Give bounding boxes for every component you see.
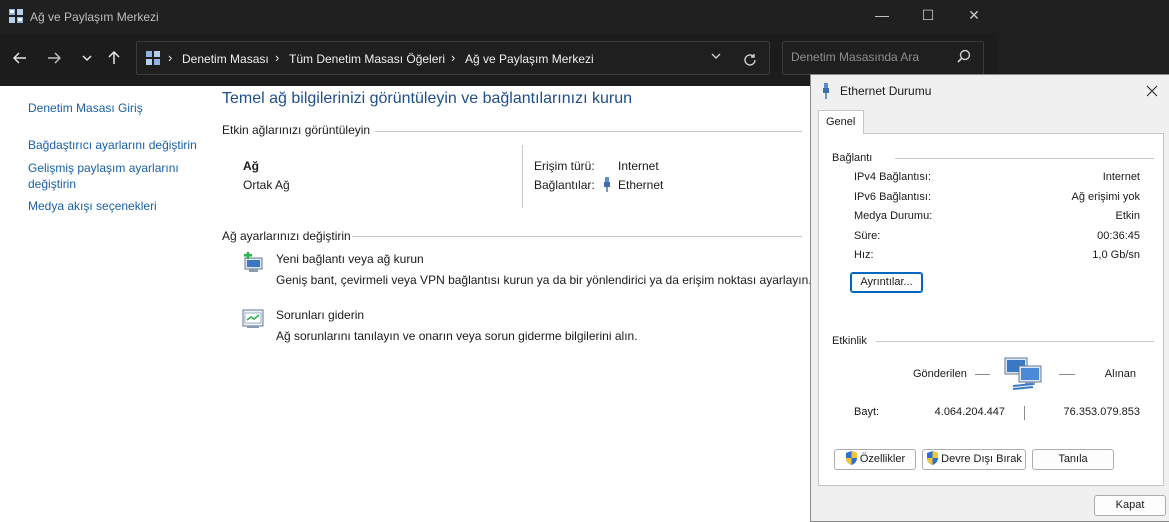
minimize-button[interactable]: — [859, 0, 905, 33]
received-line [1059, 374, 1075, 375]
media-state-label: Medya Durumu: [854, 210, 933, 222]
sidebar-item-control-panel-home[interactable]: Denetim Masası Giriş [28, 100, 143, 116]
speed-label: Hız: [854, 249, 874, 261]
sent-label: Gönderilen [913, 368, 967, 380]
refresh-button[interactable] [743, 47, 757, 72]
troubleshoot-description: Ağ sorunlarını tanılayın ve onarın veya … [276, 329, 638, 343]
recent-locations-button[interactable] [73, 44, 101, 72]
access-type-value: Internet [618, 159, 659, 173]
divider [876, 341, 1154, 342]
dialog-title: Ethernet Durumu [840, 84, 932, 98]
connections-label: Bağlantılar: [534, 178, 595, 192]
chevron-down-icon [711, 53, 721, 59]
sidebar-item-adapter-settings[interactable]: Bağdaştırıcı ayarlarını değiştirin [28, 137, 197, 153]
vertical-divider [522, 145, 523, 208]
disable-button-label: Devre Dışı Bırak [941, 453, 1022, 465]
network-type: Ortak Ağ [243, 178, 290, 192]
arrow-right-icon [48, 52, 62, 64]
general-tab-panel: Bağlantı IPv4 Bağlantısı: Internet IPv6 … [818, 133, 1164, 486]
ethernet-link[interactable]: Ethernet [618, 178, 663, 192]
activity-group-label: Etkinlik [832, 335, 867, 347]
disable-button[interactable]: Devre Dışı Bırak [922, 449, 1026, 470]
access-type-label: Erişim türü: [534, 159, 595, 173]
refresh-icon [744, 54, 756, 66]
window-title: Ağ ve Paylaşım Merkezi [30, 10, 159, 24]
ethernet-icon [823, 83, 829, 99]
address-history-dropdown[interactable] [711, 50, 721, 64]
dialog-close-button[interactable] [1146, 79, 1158, 102]
divider [375, 131, 802, 132]
control-panel-icon [146, 51, 160, 65]
ipv6-value: Ağ erişimi yok [1071, 191, 1140, 203]
troubleshoot-icon [242, 309, 264, 328]
divider [352, 236, 802, 237]
sidebar-item-advanced-sharing[interactable]: Gelişmiş paylaşım ayarlarını değiştirin [28, 160, 198, 192]
title-bar[interactable]: Ağ ve Paylaşım Merkezi — ☐ ✕ [0, 0, 997, 33]
breadcrumb-all-items[interactable]: Tüm Denetim Masası Öğeleri [289, 52, 445, 66]
ipv4-label: IPv4 Bağlantısı: [854, 171, 932, 183]
ipv4-value: Internet [1102, 171, 1140, 183]
network-name: Ağ [243, 159, 259, 173]
arrow-left-icon [12, 52, 26, 64]
breadcrumb-control-panel[interactable]: Denetim Masası [182, 52, 269, 66]
duration-label: Süre: [854, 230, 881, 242]
search-icon[interactable] [955, 48, 973, 66]
forward-button[interactable] [40, 44, 68, 72]
new-connection-link[interactable]: Yeni bağlantı veya ağ kurun [276, 252, 424, 266]
details-button[interactable]: Ayrıntılar... [850, 272, 923, 293]
ipv6-label: IPv6 Bağlantısı: [854, 191, 932, 203]
shield-icon [845, 451, 857, 465]
address-box[interactable]: › Denetim Masası › Tüm Denetim Masası Öğ… [136, 41, 770, 75]
search-box[interactable] [782, 41, 984, 75]
received-label: Alınan [1104, 368, 1136, 380]
diagnose-button[interactable]: Tanıla [1032, 449, 1114, 470]
divider [895, 158, 1154, 159]
bytes-sent-value: 4.064.204.447 [934, 406, 1005, 418]
new-connection-description: Geniş bant, çevirmeli veya VPN bağlantıs… [276, 273, 812, 287]
new-connection-icon [244, 252, 263, 272]
page-title: Temel ağ bilgilerinizi görüntüleyin ve b… [222, 90, 632, 107]
bytes-separator [1024, 406, 1025, 420]
breadcrumb-separator: › [451, 50, 456, 65]
breadcrumb-separator: › [275, 50, 280, 65]
speed-value: 1,0 Gb/sn [1092, 249, 1140, 261]
network-activity-icon [1004, 357, 1042, 390]
arrow-up-icon [108, 50, 120, 64]
bytes-label: Bayt: [854, 406, 880, 418]
breadcrumb-separator: › [168, 50, 173, 65]
bytes-received-value: 76.353.079.853 [1063, 406, 1140, 418]
maximize-button[interactable]: ☐ [905, 0, 951, 33]
ethernet-status-dialog: Ethernet Durumu Genel Bağlantı IPv4 Bağl… [810, 74, 1169, 522]
close-button[interactable]: ✕ [951, 0, 997, 33]
sidebar-item-media-streaming[interactable]: Medya akışı seçenekleri [28, 198, 157, 214]
connection-group-label: Bağlantı [832, 152, 873, 164]
active-networks-heading: Etkin ağlarınızı görüntüleyin [222, 123, 371, 137]
properties-button-label: Özellikler [859, 453, 906, 465]
dialog-close-action-button[interactable]: Kapat [1094, 495, 1166, 516]
properties-button[interactable]: Özellikler [834, 449, 916, 470]
breadcrumb-network-center[interactable]: Ağ ve Paylaşım Merkezi [465, 52, 594, 66]
duration-value: 00:36:45 [1097, 230, 1140, 242]
tab-general[interactable]: Genel [818, 110, 864, 134]
shield-icon [927, 451, 939, 465]
close-icon [1146, 85, 1158, 97]
back-button[interactable] [6, 44, 34, 72]
chevron-down-icon [82, 55, 92, 62]
up-button[interactable] [100, 44, 128, 72]
sent-line [975, 374, 990, 375]
troubleshoot-link[interactable]: Sorunları giderin [276, 308, 364, 322]
ethernet-icon [604, 177, 610, 192]
media-state-value: Etkin [1115, 210, 1140, 222]
network-center-app-icon [9, 9, 23, 23]
search-input[interactable] [791, 50, 951, 64]
change-settings-heading: Ağ ayarlarınızı değiştirin [222, 229, 351, 243]
